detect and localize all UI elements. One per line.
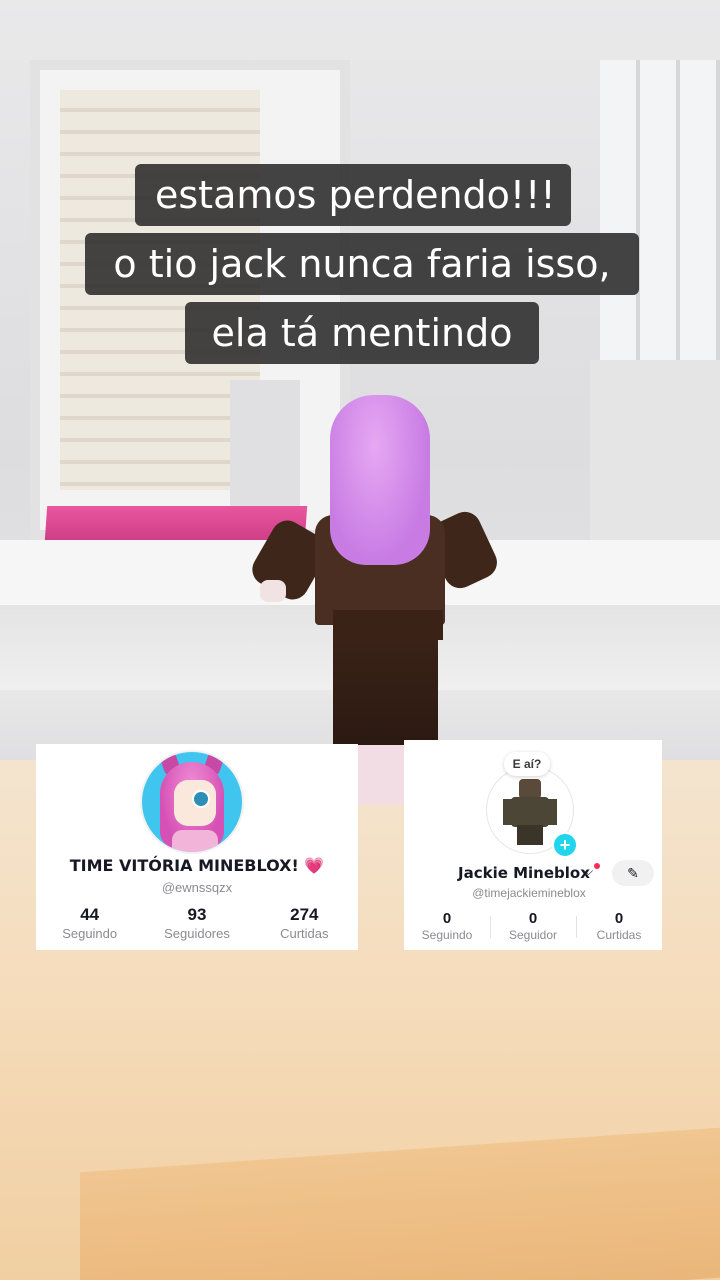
stat-value: 0: [528, 910, 538, 927]
stat-label: Curtidas: [596, 928, 642, 942]
avatar-hair: [330, 395, 430, 565]
avatar-eye: [192, 790, 210, 808]
stat-followers[interactable]: 93 Seguidores: [143, 905, 250, 941]
stat-following[interactable]: 0 Seguindo: [404, 910, 490, 942]
profile-stats: 44 Seguindo 93 Seguidores 274 Curtidas: [36, 905, 358, 941]
edit-profile-button[interactable]: ✎: [612, 860, 654, 886]
profile-name: TIME VITÓRIA MINEBLOX! 💗: [36, 856, 358, 875]
profile-handle: @timejackiemineblox: [472, 886, 586, 900]
window: [600, 60, 720, 360]
pencil-icon: ✎: [627, 865, 639, 881]
avatar-hand: [260, 580, 286, 602]
stat-value: 274: [290, 905, 319, 924]
stat-value: 44: [80, 905, 100, 924]
stat-label: Curtidas: [280, 926, 329, 941]
plus-icon[interactable]: +: [552, 832, 578, 858]
avatar-body: [511, 797, 549, 827]
stat-following[interactable]: 44 Seguindo: [36, 905, 143, 941]
profile-card-right: E aí? + Jackie Mineblox ⌵ ✎ @timejackiem…: [404, 740, 662, 950]
profile-name: Jackie Mineblox: [458, 864, 590, 882]
profile-stats: 0 Seguindo 0 Seguidor 0 Curtidas: [404, 910, 662, 942]
stat-followers[interactable]: 0 Seguidor: [490, 910, 576, 942]
caption-line-2: o tio jack nunca faria isso,: [85, 233, 639, 295]
stat-label: Seguindo: [62, 926, 118, 941]
wall-panel: [590, 360, 720, 540]
chevron-down-icon[interactable]: ⌵: [584, 864, 593, 879]
stat-likes[interactable]: 0 Curtidas: [576, 910, 662, 942]
stat-value: 0: [614, 910, 624, 927]
profile-handle: @ewnssqzx: [161, 880, 233, 895]
stat-label: Seguidor: [508, 928, 558, 942]
profile-name-text: TIME VITÓRIA MINEBLOX!: [69, 856, 299, 875]
profile-card-left: TIME VITÓRIA MINEBLOX! 💗 @ewnssqzx 44 Se…: [36, 744, 358, 950]
avatar-legs: [517, 825, 543, 845]
stat-value: 0: [442, 910, 452, 927]
heart-icon: 💗: [304, 856, 325, 875]
avatar-legs: [333, 635, 438, 745]
stat-label: Seguindo: [421, 928, 473, 942]
stat-likes[interactable]: 274 Curtidas: [251, 905, 358, 941]
status-bubble[interactable]: E aí?: [504, 752, 550, 776]
caption-line-3: ela tá mentindo: [185, 302, 539, 364]
avatar[interactable]: [140, 750, 244, 854]
notification-dot: [594, 863, 600, 869]
avatar-shirt: [172, 830, 218, 852]
stat-value: 93: [187, 905, 207, 924]
caption-line-1: estamos perdendo!!!: [135, 164, 571, 226]
avatar-head: [519, 779, 541, 799]
stat-label: Seguidores: [164, 926, 230, 941]
